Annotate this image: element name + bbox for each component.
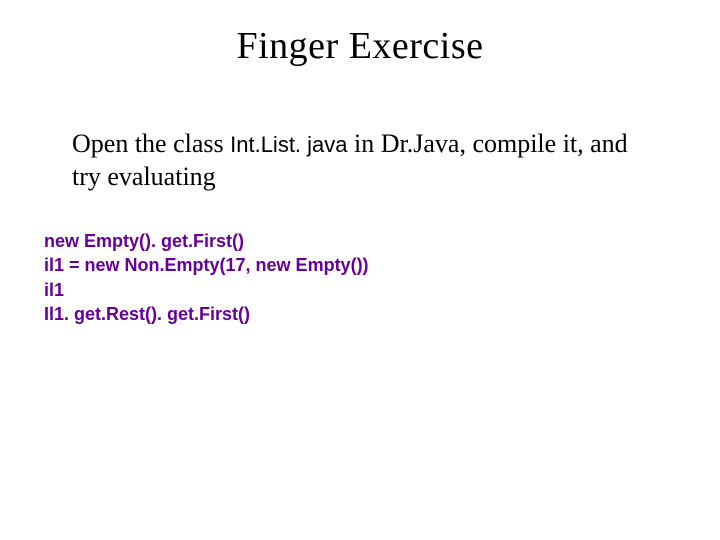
code-block: new Empty(). get.First() il1 = new Non.E… xyxy=(0,193,720,326)
code-line-1: new Empty(). get.First() xyxy=(44,231,244,251)
slide: Finger Exercise Open the class Int.List.… xyxy=(0,0,720,540)
code-line-2: il1 = new Non.Empty(17, new Empty()) xyxy=(44,255,369,275)
body-text-pre: Open the class xyxy=(72,129,230,158)
code-line-4: Il1. get.Rest(). get.First() xyxy=(44,304,250,324)
code-line-3: il1 xyxy=(44,280,64,300)
slide-body: Open the class Int.List. java in Dr.Java… xyxy=(0,68,720,193)
slide-title: Finger Exercise xyxy=(0,0,720,68)
inline-code-class-name: Int.List. java xyxy=(230,132,347,157)
